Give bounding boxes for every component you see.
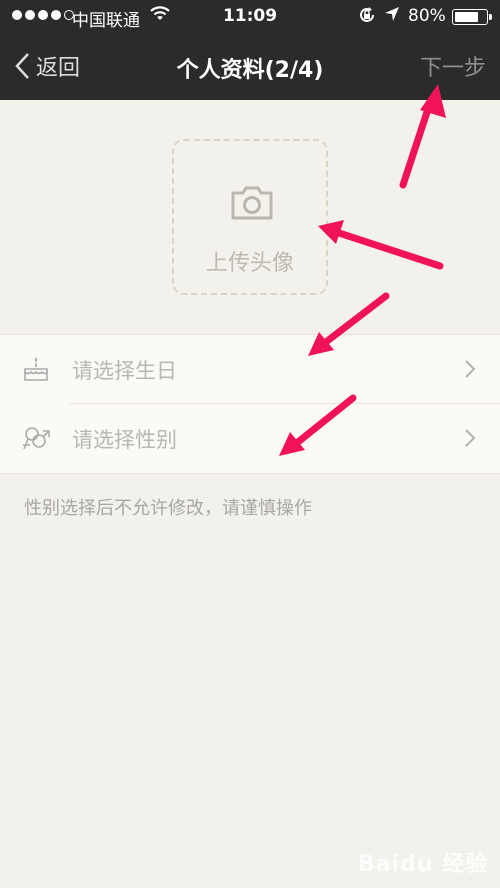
location-arrow-icon bbox=[384, 6, 400, 27]
profile-options-list: 请选择生日 请选择性别 bbox=[0, 334, 500, 474]
camera-icon bbox=[231, 186, 273, 220]
next-step-button[interactable]: 下一步 bbox=[420, 50, 486, 82]
gender-selector[interactable]: 请选择性别 bbox=[0, 404, 500, 472]
status-bar: 中国联通 11:09 80% bbox=[0, 0, 500, 34]
rotation-lock-icon bbox=[358, 6, 376, 29]
battery-icon bbox=[452, 9, 492, 25]
annotation-arrow bbox=[399, 96, 435, 189]
navigation-bar: 返回 个人资料(2/4) 下一步 bbox=[0, 34, 500, 100]
cake-icon bbox=[24, 357, 48, 381]
birthday-selector[interactable]: 请选择生日 bbox=[0, 335, 500, 403]
gender-icon bbox=[23, 427, 50, 450]
battery-percentage: 80% bbox=[408, 6, 446, 26]
birthday-label: 请选择生日 bbox=[72, 359, 177, 383]
gender-warning-note: 性别选择后不允许修改，请谨慎操作 bbox=[24, 498, 312, 519]
top-bar: 中国联通 11:09 80% 返回 个人资料(2/4) 下一步 bbox=[0, 0, 500, 100]
upload-avatar-button[interactable]: 上传头像 bbox=[172, 139, 328, 295]
gender-label: 请选择性别 bbox=[72, 428, 177, 452]
chevron-right-icon bbox=[465, 360, 476, 378]
upload-avatar-label: 上传头像 bbox=[205, 251, 294, 276]
watermark: Baidu 经验 bbox=[358, 852, 489, 877]
annotation-arrow bbox=[332, 228, 444, 270]
chevron-right-icon bbox=[465, 429, 476, 447]
